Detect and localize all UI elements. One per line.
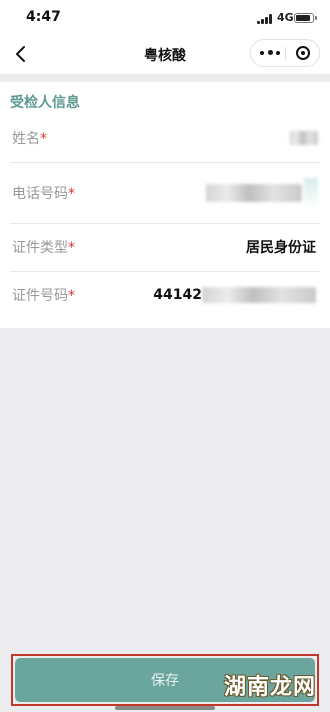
id-number-label: 证件号码* — [12, 288, 75, 304]
battery-level — [296, 15, 310, 21]
name-value-redacted — [290, 131, 318, 145]
required-mark: * — [68, 288, 75, 304]
phone-field[interactable]: 电话号码* — [10, 162, 320, 224]
id-type-value: 居民身份证 — [246, 240, 316, 256]
section-title: 受检人信息 — [10, 95, 80, 111]
phone-value-redacted — [206, 183, 302, 202]
mini-program-capsule — [250, 39, 320, 67]
home-indicator — [115, 706, 215, 710]
form-card: 受检人信息 姓名* 电话号码* 证件类型* 居民身份证 证件号码* 44142 — [0, 82, 330, 328]
required-mark: * — [68, 240, 75, 256]
network-label: 4G — [277, 11, 294, 24]
name-label: 姓名* — [12, 131, 47, 147]
phone-edit-indicator — [304, 177, 318, 208]
id-type-label: 证件类型* — [12, 240, 75, 256]
phone-label: 电话号码* — [12, 185, 75, 202]
id-number-field[interactable]: 证件号码* 44142 — [10, 271, 320, 319]
id-number-redacted — [202, 287, 316, 303]
id-number-value: 44142 — [153, 287, 202, 303]
id-type-field[interactable]: 证件类型* 居民身份证 — [10, 223, 320, 272]
required-mark: * — [40, 131, 47, 147]
name-field[interactable]: 姓名* — [10, 114, 320, 163]
nav-bar: 粤核酸 — [0, 36, 330, 74]
target-icon[interactable] — [291, 42, 315, 64]
more-dots-icon[interactable] — [257, 42, 283, 64]
battery-icon — [294, 13, 317, 23]
signal-icon — [257, 14, 273, 24]
status-time: 4:47 — [26, 9, 61, 25]
watermark: 湖南龙网 — [223, 674, 316, 700]
status-bar: 4:47 4G — [0, 0, 330, 36]
capsule-divider — [285, 47, 286, 60]
required-mark: * — [68, 185, 75, 202]
